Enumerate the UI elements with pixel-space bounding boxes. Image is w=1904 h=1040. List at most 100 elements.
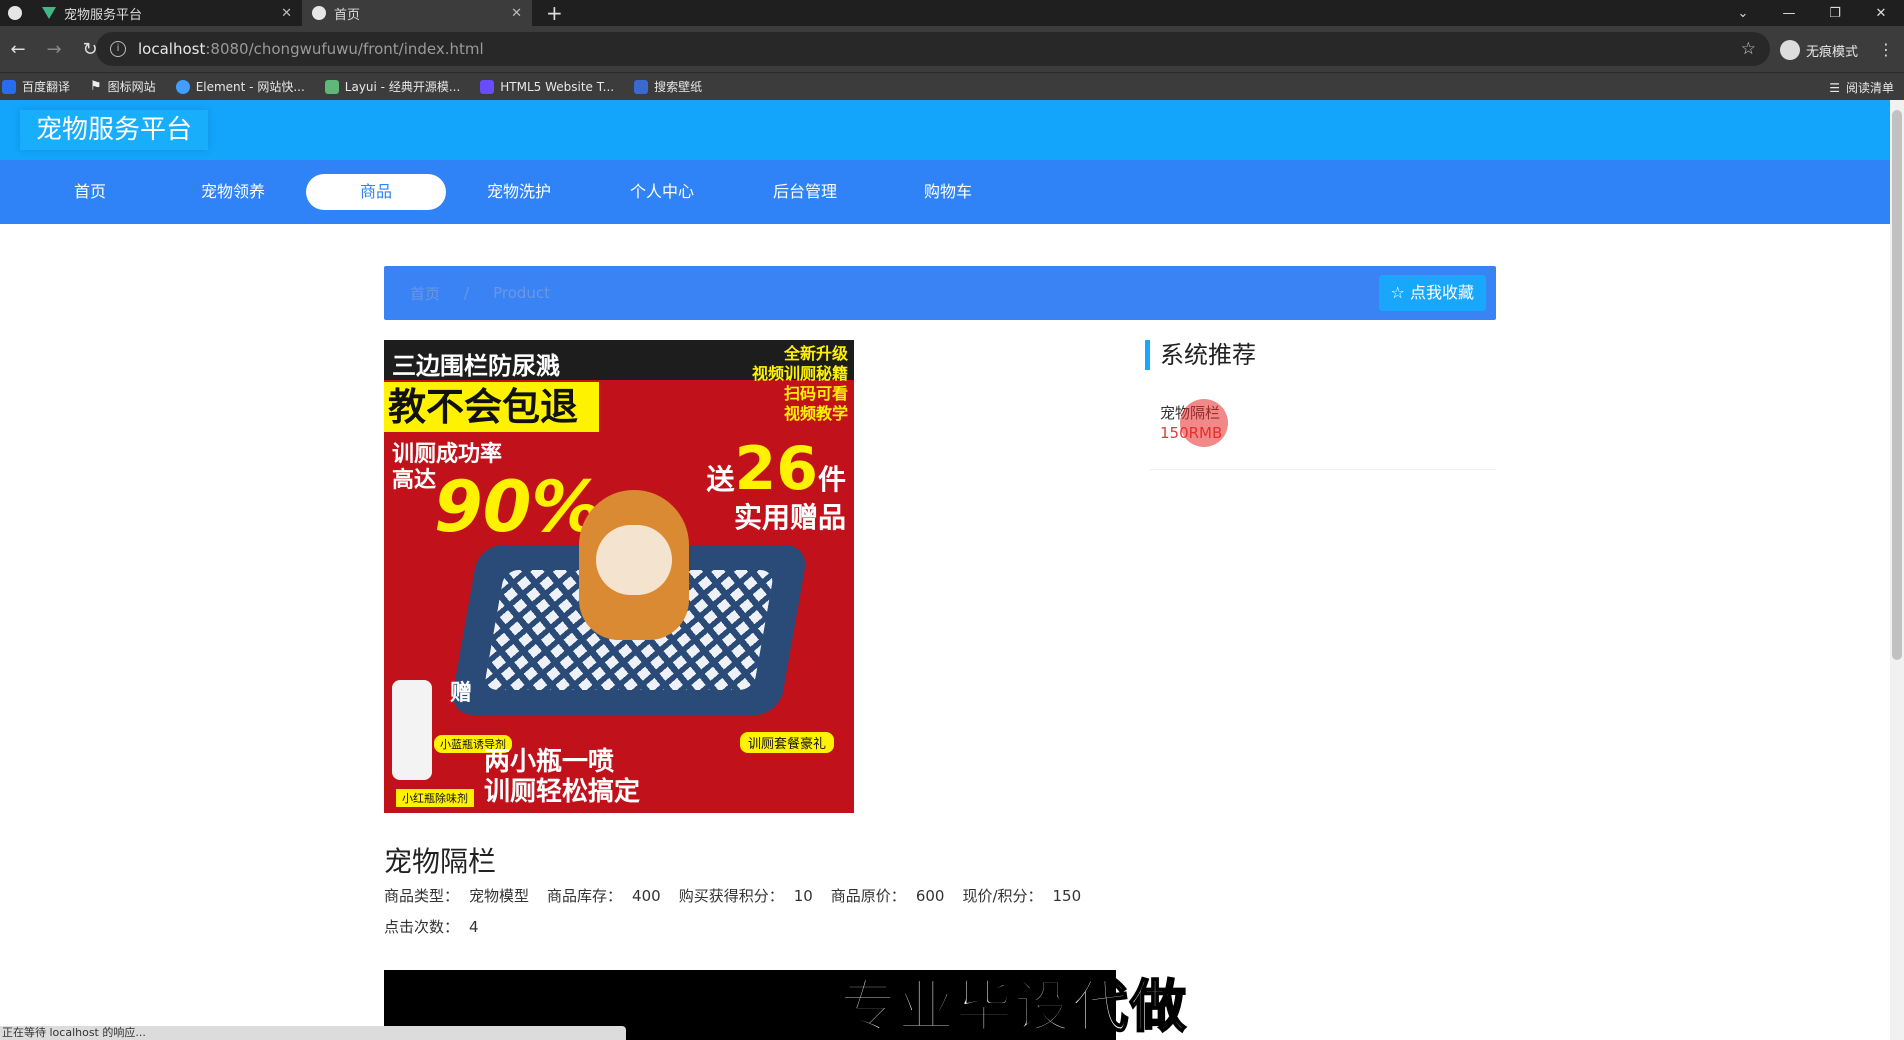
attr-label: 商品原价： (830, 887, 906, 905)
image-rate-label: 训厕成功率 (392, 442, 503, 467)
nav-pet-grooming[interactable]: 宠物洗护 (449, 174, 589, 210)
new-tab-button[interactable]: + (546, 1, 563, 25)
attr-value: 10 (793, 887, 813, 905)
nav-home[interactable]: 首页 (20, 174, 160, 210)
browser-tab-bar: 宠物服务平台 ✕ 首页 ✕ + ⌄ — ❐ ✕ (0, 0, 1904, 26)
bookmark-label: HTML5 Website T... (500, 79, 615, 94)
bookmark-label: Layui - 经典开源模... (344, 80, 461, 94)
flag-icon: ⚑ (90, 79, 102, 94)
image-gift-small: 赠 (450, 681, 473, 706)
layui-icon (324, 79, 339, 94)
browser-menu-icon[interactable] (8, 6, 22, 20)
attr-original-price: 商品原价： 600 (831, 885, 945, 906)
recommend-title: 系统推荐 (1145, 340, 1256, 370)
incognito-icon (1780, 40, 1800, 60)
bookmark-label: 百度翻译 (22, 80, 71, 94)
attr-value: 宠物模型 (469, 887, 530, 905)
breadcrumb-separator: / (464, 284, 470, 302)
image-bottom-text: 两小瓶一喷 训厕轻松搞定 (484, 747, 640, 807)
favorite-label: 点我收藏 (1409, 283, 1474, 302)
star-icon: ☆ (1390, 283, 1405, 302)
breadcrumb-home[interactable]: 首页 (410, 283, 440, 304)
video-watermark-text: 专业毕设代做 (839, 974, 1188, 1040)
status-bar: 正在等待 localhost 的响应... (0, 1026, 626, 1040)
bookmark-wallpaper-search[interactable]: 搜索壁纸 (634, 78, 702, 95)
globe-icon (312, 6, 326, 20)
attr-clicks: 点击次数： 4 (384, 916, 479, 937)
baidu-translate-icon (2, 79, 16, 94)
bookmark-star-icon[interactable]: ☆ (1741, 39, 1756, 59)
bookmark-element[interactable]: Element - 网站快... (175, 78, 305, 95)
nav-pet-adoption[interactable]: 宠物领养 (163, 174, 303, 210)
close-icon[interactable]: ✕ (511, 6, 522, 21)
attr-points: 购买获得积分： 10 (679, 885, 813, 906)
bookmark-label: 图标网站 (107, 80, 156, 94)
image-upgrade-text: 全新升级 视频训厕秘籍 扫码可看 视频教学 (752, 344, 848, 424)
image-gift-text: 送26件 实用赠品 (706, 439, 846, 537)
nav-personal-center[interactable]: 个人中心 (592, 174, 732, 210)
bookmark-html5-templates[interactable]: HTML5 Website T... (480, 79, 615, 94)
html5-icon (480, 79, 495, 94)
element-icon (175, 79, 190, 94)
nav-products[interactable]: 商品 (306, 174, 446, 210)
wallpaper-icon (634, 79, 649, 94)
browser-menu-kebab-icon[interactable]: ⋮ (1878, 40, 1894, 59)
browser-tab-home[interactable]: 首页 ✕ (302, 0, 532, 26)
close-window-icon[interactable]: ✕ (1858, 6, 1904, 21)
bookmark-label: 搜索壁纸 (654, 80, 703, 94)
site-header: 宠物服务平台 (0, 100, 1890, 160)
url-host: localhost (138, 40, 206, 58)
back-icon[interactable]: ← (0, 39, 36, 60)
tab-search-icon[interactable]: ⌄ (1720, 6, 1766, 21)
url-bar[interactable]: i localhost:8080/chongwufuwu/front/index… (96, 32, 1770, 66)
spray-bottle-shape (392, 680, 432, 780)
attr-value: 600 (915, 887, 945, 905)
attr-label: 现价/积分： (962, 887, 1043, 905)
tab-title: 首页 (334, 7, 361, 23)
main-nav: 首页 宠物领养 商品 宠物洗护 个人中心 后台管理 购物车 (0, 160, 1890, 224)
attr-label: 商品库存： (547, 887, 623, 905)
site-title[interactable]: 宠物服务平台 (20, 110, 209, 150)
forward-icon[interactable]: → (36, 39, 72, 60)
reading-list[interactable]: ☰ 阅读清单 (1829, 79, 1894, 96)
bookmark-icon-site[interactable]: ⚑ 图标网站 (90, 78, 156, 95)
attr-value: 4 (469, 918, 479, 936)
image-side-3: 扫码可看 (783, 384, 848, 403)
bookmark-label: Element - 网站快... (195, 80, 305, 94)
favorite-button[interactable]: ☆ 点我收藏 (1378, 275, 1486, 311)
image-tag-package: 训厕套餐豪礼 (739, 732, 834, 753)
breadcrumb: 首页 / Product ☆ 点我收藏 (384, 266, 1496, 320)
image-side-4: 视频教学 (783, 404, 848, 423)
bookmark-layui[interactable]: Layui - 经典开源模... (324, 78, 461, 95)
image-gift-num: 26 (734, 434, 818, 504)
restore-icon[interactable]: ❐ (1812, 6, 1858, 21)
vue-icon (42, 7, 56, 19)
browser-tab-pet-platform[interactable]: 宠物服务平台 ✕ (32, 0, 302, 26)
attr-label: 商品类型： (384, 887, 460, 905)
incognito-indicator[interactable]: 无痕模式 (1780, 40, 1858, 60)
bookmark-baidu-translate[interactable]: 百度翻译 (2, 78, 70, 95)
scrollbar-thumb[interactable] (1892, 110, 1902, 660)
attr-label: 购买获得积分： (678, 887, 784, 905)
image-gift-unit: 件 (817, 463, 846, 496)
tab-title: 宠物服务平台 (64, 7, 143, 23)
image-guarantee: 教不会包退 (384, 382, 599, 432)
image-rate-value: 90% (434, 466, 602, 548)
bookmarks-bar: 百度翻译 ⚑ 图标网站 Element - 网站快... Layui - 经典开… (0, 72, 1904, 100)
incognito-label: 无痕模式 (1806, 44, 1859, 60)
image-tag-red-bottle: 小红瓶除味剂 (396, 789, 474, 807)
nav-admin[interactable]: 后台管理 (735, 174, 875, 210)
breadcrumb-current: Product (493, 284, 551, 302)
window-controls: ⌄ — ❐ ✕ (1720, 0, 1904, 26)
close-icon[interactable]: ✕ (281, 6, 292, 21)
click-highlight-cursor (1180, 399, 1228, 447)
image-bottom-1: 两小瓶一喷 (484, 747, 615, 777)
image-side-1: 全新升级 (783, 344, 848, 363)
minimize-icon[interactable]: — (1766, 6, 1812, 21)
attr-type: 商品类型： 宠物模型 (384, 885, 529, 906)
nav-cart[interactable]: 购物车 (878, 174, 1018, 210)
dog-face-shape (596, 525, 672, 595)
reading-list-icon: ☰ (1829, 80, 1840, 95)
page-viewport: 宠物服务平台 首页 宠物领养 商品 宠物洗护 个人中心 后台管理 购物车 首页 … (0, 100, 1890, 1040)
site-info-icon[interactable]: i (110, 41, 126, 57)
